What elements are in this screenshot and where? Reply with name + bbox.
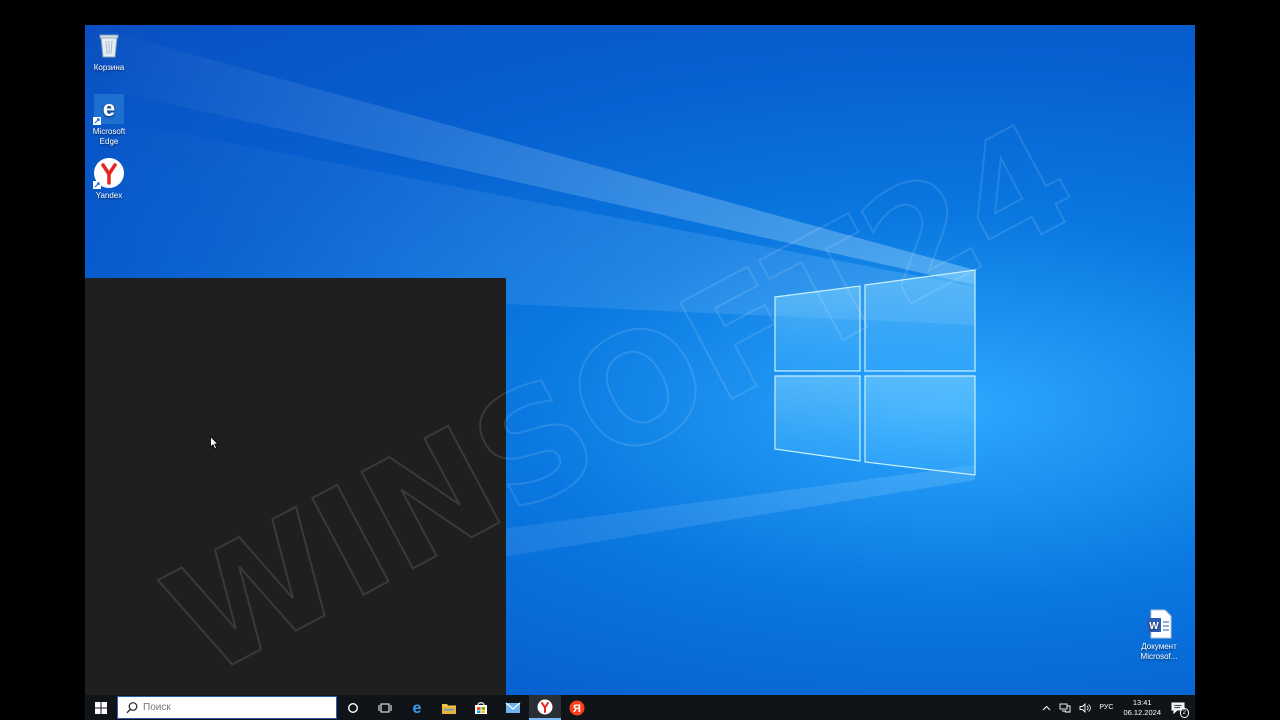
svg-text:W: W [1149, 621, 1159, 632]
search-input[interactable] [143, 702, 323, 713]
store-icon [475, 701, 487, 714]
yandex-browser-label: Yandex [95, 191, 123, 200]
taskbar-file-explorer-button[interactable] [433, 695, 465, 720]
taskbar-edge-button[interactable]: e [401, 695, 433, 720]
word-document-label-2: Microsof... [1140, 652, 1178, 661]
folder-icon [442, 703, 456, 714]
svg-text:Я: Я [573, 703, 581, 715]
cortana-button[interactable] [337, 695, 369, 720]
taskbar-yandex-button[interactable]: Я [561, 695, 593, 720]
taskbar: e [85, 695, 1195, 720]
clock-time: 13:41 [1132, 697, 1152, 707]
network-icon[interactable] [1059, 703, 1071, 713]
task-view-button[interactable] [369, 695, 401, 720]
svg-text:e: e [103, 96, 115, 121]
microsoft-edge-label: Microsoft Edge [92, 127, 126, 146]
clock-date: 06.12.2024 [1123, 707, 1161, 717]
mouse-cursor-icon [210, 436, 219, 450]
taskbar-search-box[interactable] [117, 696, 337, 719]
yandex-browser-icon [537, 699, 553, 714]
yandex-browser-icon[interactable]: Yandex [85, 157, 135, 201]
desktop-screen: Корзина e Microsoft Edge Yandex W Докуме… [85, 25, 1195, 720]
word-document-icon[interactable]: W Документ Microsof... [1133, 608, 1185, 662]
microsoft-edge-icon[interactable]: e Microsoft Edge [85, 93, 135, 147]
taskbar-yandex-browser-button[interactable] [529, 695, 561, 720]
clock[interactable]: 13:41 06.12.2024 [1123, 698, 1161, 718]
edge-icon: e [413, 700, 422, 716]
taskbar-store-button[interactable] [465, 695, 497, 720]
svg-text:e: e [413, 700, 422, 716]
language-indicator[interactable]: РУС [1099, 704, 1113, 711]
mail-icon [505, 702, 521, 713]
word-document-label-1: Документ [1141, 642, 1177, 651]
search-icon [126, 701, 138, 713]
task-view-icon [378, 703, 392, 712]
cortana-circle-icon [347, 702, 359, 713]
notification-count-badge: 2 [1179, 707, 1189, 718]
start-menu-panel[interactable] [85, 278, 506, 695]
windows-logo [774, 269, 976, 476]
recycle-bin-icon[interactable]: Корзина [85, 29, 135, 73]
start-button[interactable] [85, 695, 117, 720]
windows-start-icon [95, 701, 107, 714]
system-tray: РУС 13:41 06.12.2024 2 [1038, 695, 1195, 720]
volume-icon[interactable] [1079, 702, 1092, 713]
show-hidden-icons-chevron-up-icon[interactable] [1042, 705, 1051, 711]
recycle-bin-label: Корзина [93, 63, 125, 72]
yandex-ya-icon: Я [569, 700, 585, 715]
taskbar-mail-button[interactable] [497, 695, 529, 720]
action-center-button[interactable]: 2 [1171, 702, 1189, 718]
